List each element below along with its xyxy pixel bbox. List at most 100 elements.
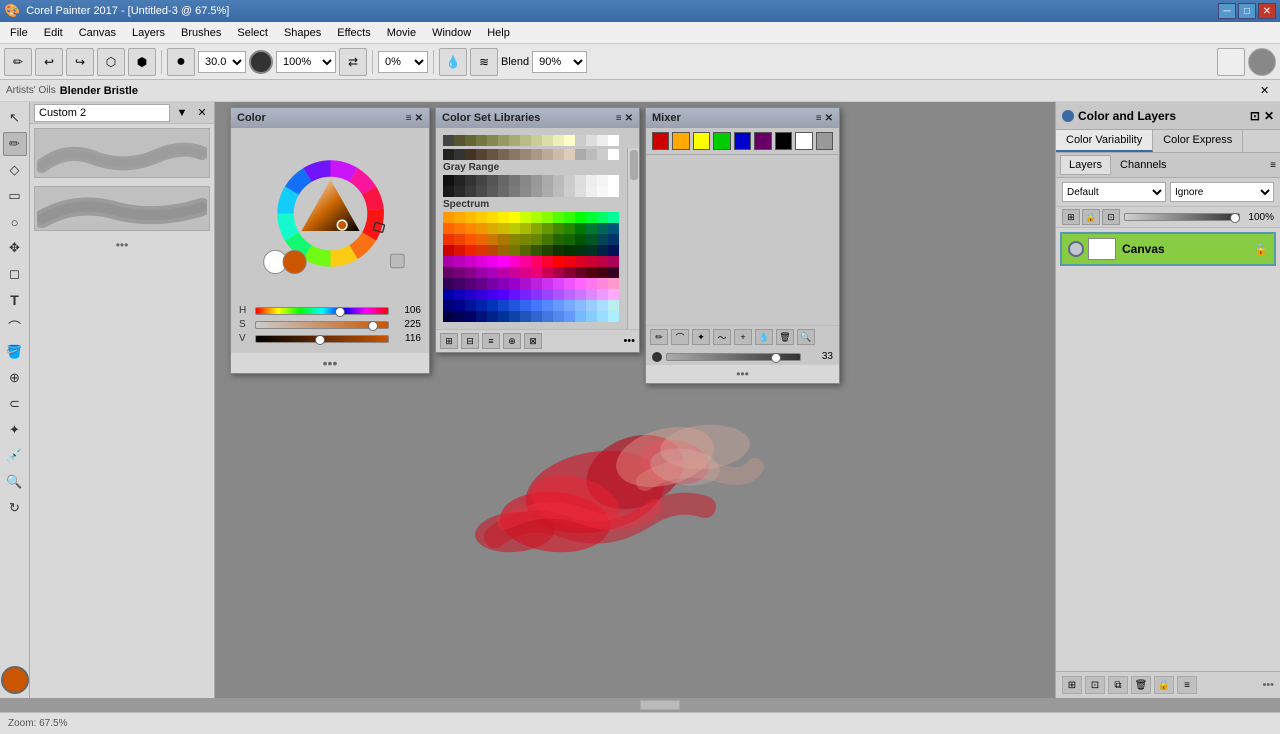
color-swatch[interactable]	[465, 186, 476, 197]
tool-move[interactable]: ✥	[3, 236, 27, 260]
menu-layers[interactable]: Layers	[124, 25, 173, 41]
tool-lasso[interactable]: ○	[3, 210, 27, 234]
color-swatch[interactable]	[487, 300, 498, 311]
mixer-orange[interactable]	[672, 132, 689, 150]
color-swatch[interactable]	[454, 186, 465, 197]
color-swatch[interactable]	[597, 267, 608, 278]
color-swatch[interactable]	[476, 149, 487, 160]
color-swatch[interactable]	[498, 267, 509, 278]
color-swatch[interactable]	[520, 234, 531, 245]
layer-opacity-thumb[interactable]	[1230, 213, 1240, 223]
color-swatch[interactable]	[586, 186, 597, 197]
color-swatch[interactable]	[443, 267, 454, 278]
color-swatch[interactable]	[509, 278, 520, 289]
redo-btn[interactable]: ↪	[66, 48, 94, 76]
color-swatch[interactable]	[575, 223, 586, 234]
canvas-layer[interactable]: Canvas 🔒	[1060, 232, 1276, 266]
color-swatch[interactable]	[608, 223, 619, 234]
tool-select[interactable]: ↖	[3, 106, 27, 130]
mixer-tool-4[interactable]: 〜	[713, 329, 731, 345]
color-swatch[interactable]	[476, 311, 487, 322]
color-swatch[interactable]	[586, 256, 597, 267]
color-swatch[interactable]	[509, 234, 520, 245]
color-swatch[interactable]	[553, 234, 564, 245]
color-swatch[interactable]	[443, 212, 454, 223]
color-swatch[interactable]	[520, 267, 531, 278]
color-swatch[interactable]	[487, 135, 498, 146]
color-swatch[interactable]	[487, 175, 498, 186]
color-swatch[interactable]	[531, 256, 542, 267]
color-swatch[interactable]	[476, 234, 487, 245]
color-swatch[interactable]	[608, 245, 619, 256]
colorset-panel-menu[interactable]: ≡	[616, 113, 622, 124]
mixer-purple[interactable]	[754, 132, 771, 150]
color-swatch[interactable]	[465, 245, 476, 256]
color-swatch[interactable]	[465, 149, 476, 160]
blend-mode-select[interactable]: Default	[1062, 182, 1166, 202]
footer-icon-1[interactable]: ⊞	[440, 333, 458, 349]
opacity2-select[interactable]: 0%	[378, 51, 428, 73]
color-panel-menu[interactable]: ≡	[406, 113, 412, 124]
color-swatch[interactable]	[509, 135, 520, 146]
color-swatch[interactable]	[553, 186, 564, 197]
opacity-select[interactable]: 100%	[276, 51, 336, 73]
layer-preserve-btn[interactable]: ⊞	[1062, 209, 1080, 225]
menu-help[interactable]: Help	[479, 25, 518, 41]
tool3-btn[interactable]: ⬡	[97, 48, 125, 76]
color-swatch[interactable]	[575, 278, 586, 289]
color-swatch[interactable]	[553, 135, 564, 146]
color-swatch[interactable]	[531, 223, 542, 234]
mixer-tool-2[interactable]: ⌒	[671, 329, 689, 345]
mixer-tool-sample[interactable]: 💧	[755, 329, 773, 345]
color-swatch[interactable]	[586, 149, 597, 160]
color-swatch[interactable]	[564, 175, 575, 186]
undo-btn[interactable]: ↩	[35, 48, 63, 76]
color-swatch[interactable]	[553, 149, 564, 160]
color-swatch[interactable]	[454, 256, 465, 267]
color-swatch[interactable]	[520, 135, 531, 146]
color-swatch[interactable]	[542, 267, 553, 278]
color-swatch[interactable]	[454, 300, 465, 311]
color-swatch[interactable]	[531, 186, 542, 197]
color-swatch[interactable]	[520, 289, 531, 300]
color-swatch[interactable]	[608, 300, 619, 311]
color-swatch[interactable]	[553, 267, 564, 278]
mixer-slider[interactable]	[666, 353, 801, 361]
swap-btn[interactable]: ⇄	[339, 48, 367, 76]
color-swatch[interactable]	[553, 300, 564, 311]
color-swatch[interactable]	[575, 186, 586, 197]
tool4-btn[interactable]: ⬢	[128, 48, 156, 76]
color-swatch[interactable]	[542, 212, 553, 223]
color-swatch[interactable]	[586, 278, 597, 289]
mixer-thumb[interactable]	[771, 353, 781, 363]
color-swatch[interactable]	[542, 256, 553, 267]
menu-canvas[interactable]: Canvas	[71, 25, 124, 41]
color-swatch[interactable]	[564, 267, 575, 278]
tool-eraser[interactable]: ◇	[3, 158, 27, 182]
color-swatch[interactable]	[443, 149, 454, 160]
color-swatch[interactable]	[476, 135, 487, 146]
color-swatch[interactable]	[553, 289, 564, 300]
layers-add-btn[interactable]: ⊞	[1062, 676, 1082, 694]
footer-icon-3[interactable]: ≡	[482, 333, 500, 349]
color-swatch[interactable]	[531, 311, 542, 322]
color-swatch[interactable]	[542, 289, 553, 300]
composite-select[interactable]: Ignore	[1170, 182, 1274, 202]
color-swatch[interactable]	[487, 278, 498, 289]
mixer-black[interactable]	[775, 132, 792, 150]
color-swatch[interactable]	[498, 256, 509, 267]
tool-magic[interactable]: ✦	[3, 418, 27, 442]
brush-indicator-btn[interactable]	[1248, 48, 1276, 76]
color-swatch[interactable]	[575, 245, 586, 256]
menu-edit[interactable]: Edit	[36, 25, 71, 41]
color-swatch[interactable]	[597, 212, 608, 223]
mixer-yellow[interactable]	[693, 132, 710, 150]
sat-slider[interactable]	[255, 321, 389, 329]
color-swatch[interactable]	[575, 175, 586, 186]
mixer-red[interactable]	[652, 132, 669, 150]
color-swatch[interactable]	[597, 223, 608, 234]
color-swatch[interactable]	[454, 175, 465, 186]
color-swatch[interactable]	[498, 223, 509, 234]
color-swatch[interactable]	[498, 289, 509, 300]
title-bar-controls[interactable]: ─ □ ✕	[1218, 3, 1276, 19]
